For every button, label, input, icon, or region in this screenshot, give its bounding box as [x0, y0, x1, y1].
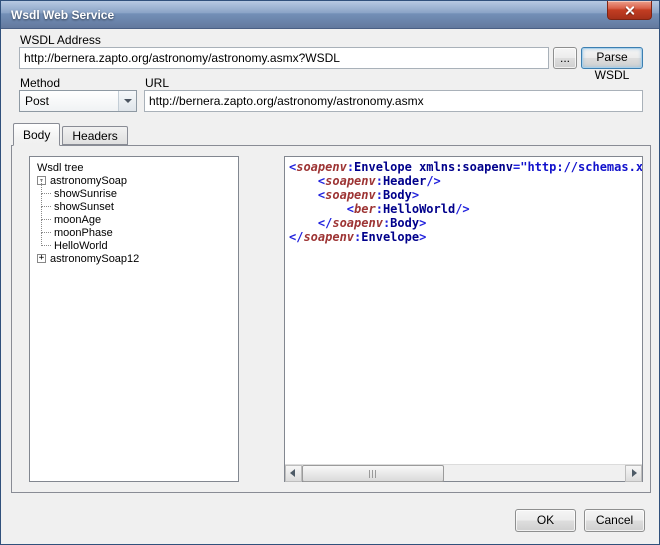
- scrollbar-thumb[interactable]: [302, 465, 444, 482]
- url-label: URL: [145, 76, 169, 90]
- tab-headers[interactable]: Headers: [62, 126, 127, 145]
- cancel-button[interactable]: Cancel: [584, 509, 645, 532]
- tree-item-label: astronomySoap12: [50, 253, 139, 265]
- tree-item[interactable]: HelloWorld: [30, 239, 238, 252]
- tree-item[interactable]: showSunset: [30, 200, 238, 213]
- tree-item[interactable]: showSunrise: [30, 187, 238, 200]
- scrollbar-grip: [369, 470, 377, 478]
- titlebar[interactable]: Wsdl Web Service: [1, 1, 659, 29]
- xml-editor[interactable]: <soapenv:Envelope xmlns:soapenv="http://…: [284, 156, 643, 482]
- tree-item-label: astronomySoap: [50, 175, 127, 187]
- arrow-right-icon: [632, 469, 637, 477]
- tree-item-label: HelloWorld: [54, 240, 108, 252]
- horizontal-scrollbar[interactable]: [285, 464, 642, 481]
- tab-bar: BodyHeaders: [13, 123, 130, 146]
- method-selected-value: Post: [25, 94, 49, 108]
- tree-item-label: moonAge: [54, 214, 101, 226]
- wsdl-web-service-dialog: Wsdl Web Service WSDL Address ... Parse …: [0, 0, 660, 545]
- tree-item[interactable]: + astronomySoap12: [30, 252, 238, 265]
- xml-line: <soapenv:Body>: [289, 188, 638, 202]
- tree-connector: [41, 245, 51, 246]
- method-label: Method: [20, 76, 60, 90]
- chevron-down-icon: [124, 99, 132, 103]
- tree-connector: [41, 232, 51, 233]
- url-input[interactable]: [144, 90, 643, 112]
- wsdl-address-label: WSDL Address: [20, 33, 101, 47]
- tree-connector: [41, 193, 51, 194]
- parse-wsdl-button[interactable]: Parse WSDL: [581, 47, 643, 69]
- wsdl-address-input[interactable]: [19, 47, 549, 69]
- xml-line: <soapenv:Header/>: [289, 174, 638, 188]
- dropdown-arrow-zone[interactable]: [118, 91, 136, 111]
- arrow-left-icon: [290, 469, 295, 477]
- tree-item[interactable]: moonPhase: [30, 226, 238, 239]
- xml-editor-content: <soapenv:Envelope xmlns:soapenv="http://…: [285, 157, 642, 464]
- wsdl-tree[interactable]: Wsdl tree -astronomySoapshowSunriseshowS…: [29, 156, 239, 482]
- tree-items: -astronomySoapshowSunriseshowSunsetmoonA…: [30, 174, 238, 265]
- tree-item-label: showSunrise: [54, 188, 117, 200]
- browse-button[interactable]: ...: [553, 47, 577, 69]
- tab-body[interactable]: Body: [13, 123, 60, 146]
- xml-line: </soapenv:Body>: [289, 216, 638, 230]
- xml-line: <soapenv:Envelope xmlns:soapenv="http://…: [289, 160, 638, 174]
- method-dropdown[interactable]: Post: [19, 90, 137, 112]
- tree-root-label: Wsdl tree: [30, 161, 238, 174]
- xml-line: <ber:HelloWorld/>: [289, 202, 638, 216]
- tree-connector: [41, 206, 51, 207]
- expand-icon[interactable]: +: [37, 254, 46, 263]
- scroll-left-button[interactable]: [285, 465, 302, 482]
- tree-root-text: Wsdl tree: [37, 162, 83, 174]
- tree-connector: [41, 219, 51, 220]
- tree-item[interactable]: moonAge: [30, 213, 238, 226]
- tree-item-label: showSunset: [54, 201, 114, 213]
- ok-button[interactable]: OK: [515, 509, 576, 532]
- tree-item-label: moonPhase: [54, 227, 113, 239]
- window-title: Wsdl Web Service: [11, 8, 114, 22]
- xml-line: </soapenv:Envelope>: [289, 230, 638, 244]
- tree-item[interactable]: -astronomySoap: [30, 174, 238, 187]
- scroll-right-button[interactable]: [625, 465, 642, 482]
- close-button[interactable]: [607, 1, 652, 20]
- close-icon: [625, 6, 634, 15]
